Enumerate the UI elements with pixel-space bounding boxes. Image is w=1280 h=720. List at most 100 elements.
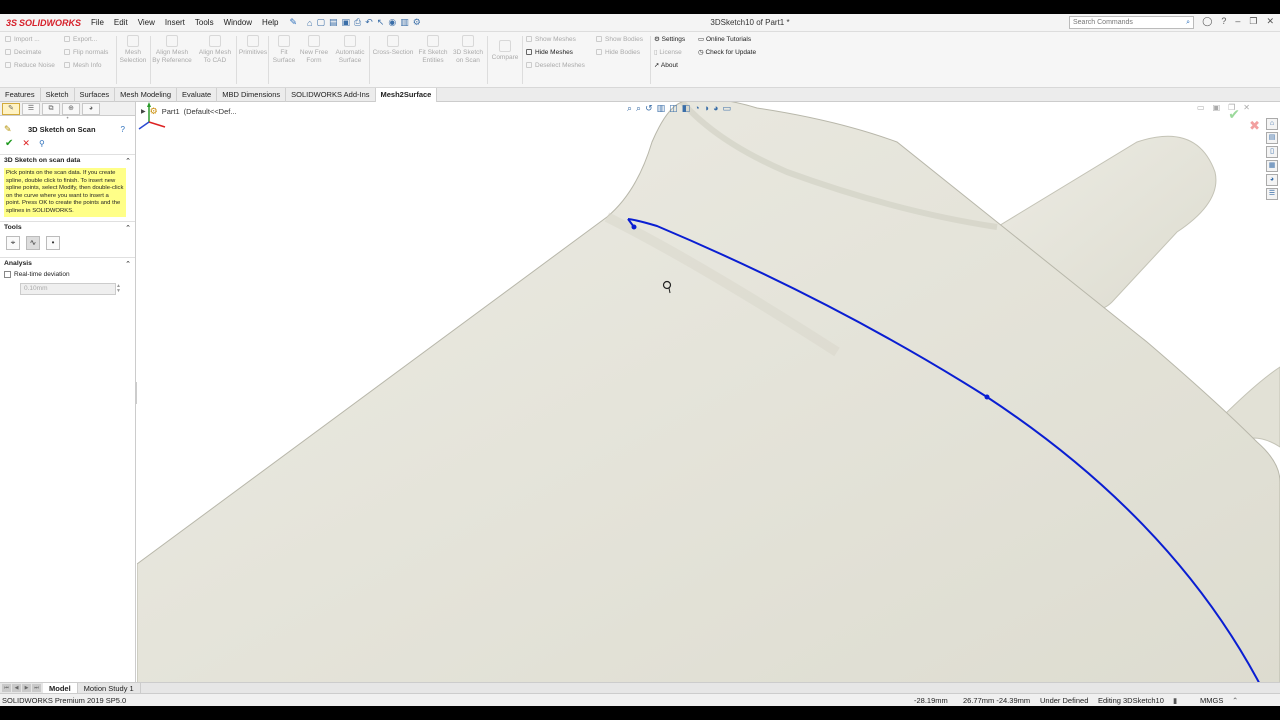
- menu-view[interactable]: View: [133, 18, 160, 27]
- align-by-reference-button[interactable]: Align Mesh By Reference: [151, 35, 193, 65]
- last-tab-icon[interactable]: ⏭: [32, 684, 41, 692]
- decimate-button[interactable]: Decimate: [5, 49, 41, 57]
- custom-properties-icon[interactable]: ☰: [1266, 188, 1278, 200]
- file-explorer-icon[interactable]: ▯: [1266, 146, 1278, 158]
- select-icon[interactable]: ↖: [377, 17, 385, 28]
- settings-button[interactable]: ⚙ Settings: [654, 36, 685, 44]
- solidworks-logo[interactable]: 3S SOLIDWORKS: [0, 18, 86, 28]
- tab-model[interactable]: Model: [43, 682, 78, 694]
- license-button[interactable]: ▯ License: [654, 49, 682, 57]
- compare-button[interactable]: Compare: [488, 40, 522, 62]
- 3d-sketch-on-scan-button[interactable]: 3D Sketch on Scan: [451, 35, 485, 65]
- confirmation-ok-icon[interactable]: ✔: [1228, 106, 1240, 123]
- dot-tool-icon[interactable]: •: [46, 236, 60, 250]
- user-icon[interactable]: ◯: [1202, 16, 1212, 27]
- spline-point-start[interactable]: [631, 224, 637, 230]
- analysis-group-header[interactable]: Analysis ⌃: [0, 257, 135, 269]
- fit-sketch-entities-button[interactable]: Fit Sketch Entities: [416, 35, 450, 65]
- hide-show-icon[interactable]: ◔: [694, 103, 699, 114]
- display-style-icon[interactable]: ◧: [682, 103, 691, 114]
- appearance-icon[interactable]: ◑: [704, 103, 709, 114]
- fit-surface-button[interactable]: Fit Surface: [270, 35, 298, 65]
- property-manager-tab-icon[interactable]: ✎: [2, 102, 20, 115]
- rebuild-icon[interactable]: ◉: [388, 17, 396, 28]
- menu-file[interactable]: File: [86, 18, 109, 27]
- spinner-icon[interactable]: ▲ ▼: [116, 284, 121, 294]
- automatic-surface-button[interactable]: Automatic Surface: [332, 35, 368, 65]
- design-library-icon[interactable]: ▤: [1266, 132, 1278, 144]
- tab-mbd-dimensions[interactable]: MBD Dimensions: [217, 88, 287, 102]
- zoom-to-fit-icon[interactable]: ⌕: [627, 103, 632, 114]
- previous-view-icon[interactable]: ↺: [645, 103, 653, 114]
- align-to-cad-button[interactable]: Align Mesh To CAD: [195, 35, 235, 65]
- restore-icon[interactable]: ❐: [1249, 16, 1257, 27]
- confirmation-cancel-icon[interactable]: ✖: [1249, 118, 1260, 134]
- close-icon[interactable]: ✕: [1266, 16, 1274, 27]
- about-button[interactable]: ➚ About: [654, 62, 678, 70]
- menu-insert[interactable]: Insert: [160, 18, 190, 27]
- tab-mesh-modeling[interactable]: Mesh Modeling: [115, 88, 178, 102]
- tab-motion-study[interactable]: Motion Study 1: [78, 682, 141, 694]
- spline-point-mid[interactable]: [984, 394, 990, 400]
- view-palette-icon[interactable]: ▦: [1266, 160, 1278, 172]
- dimxpert-tab-icon[interactable]: ⊕: [62, 102, 80, 115]
- reduce-noise-button[interactable]: Reduce Noise: [5, 62, 55, 70]
- point-tool-icon[interactable]: ⌖: [6, 236, 20, 250]
- search-icon[interactable]: ⌕: [1186, 19, 1190, 27]
- chevron-up-icon[interactable]: ⌃: [125, 157, 131, 165]
- scene-icon[interactable]: ◕: [713, 103, 718, 114]
- spline-tool-icon[interactable]: ∿: [26, 236, 40, 250]
- realtime-deviation-checkbox[interactable]: [4, 271, 11, 278]
- cross-section-button[interactable]: Cross-Section: [370, 35, 416, 57]
- show-meshes-button[interactable]: Show Meshes: [526, 36, 576, 44]
- undo-icon[interactable]: ↶: [365, 17, 373, 28]
- feature-tree-tab-icon[interactable]: ☰: [22, 102, 40, 115]
- save-icon[interactable]: ▣: [342, 17, 351, 28]
- realtime-deviation-row[interactable]: Real-time deviation: [0, 269, 135, 280]
- resources-home-icon[interactable]: ⌂: [1266, 118, 1278, 130]
- file-properties-icon[interactable]: ▥: [400, 17, 409, 28]
- viewport-minimize-icon[interactable]: ▭: [1197, 103, 1205, 112]
- show-bodies-button[interactable]: Show Bodies: [596, 36, 643, 44]
- search-commands-input[interactable]: Search Commands ⌕: [1069, 16, 1194, 29]
- appearances-icon[interactable]: ◕: [1266, 174, 1278, 186]
- print-icon[interactable]: ⎙: [354, 17, 361, 28]
- open-folder-icon[interactable]: ▤: [329, 17, 338, 28]
- menu-help[interactable]: Help: [257, 18, 283, 27]
- chevron-up-icon[interactable]: ⌃: [125, 224, 131, 232]
- menu-window[interactable]: Window: [219, 18, 257, 27]
- cancel-x-icon[interactable]: ✕: [22, 138, 30, 149]
- help-icon[interactable]: ?: [1221, 16, 1226, 27]
- viewport-tile-icon[interactable]: ▣: [1213, 103, 1221, 112]
- tab-mesh2surface[interactable]: Mesh2Surface: [375, 88, 438, 102]
- scan-data-group-header[interactable]: 3D Sketch on scan data ⌃: [0, 154, 135, 166]
- tab-surfaces[interactable]: Surfaces: [75, 88, 116, 102]
- pin-menu-icon[interactable]: ✎: [290, 17, 298, 28]
- primitives-button[interactable]: Primitives: [237, 35, 269, 57]
- tab-sketch[interactable]: Sketch: [41, 88, 75, 102]
- online-tutorials-button[interactable]: ▭ Online Tutorials: [698, 36, 751, 44]
- ok-check-icon[interactable]: ✔: [5, 138, 13, 149]
- view-settings-icon[interactable]: ▭: [723, 103, 732, 114]
- flip-normals-button[interactable]: Flip normals: [64, 49, 108, 57]
- menu-edit[interactable]: Edit: [109, 18, 133, 27]
- tools-group-header[interactable]: Tools ⌃: [0, 221, 135, 233]
- first-tab-icon[interactable]: ⏮: [2, 684, 11, 692]
- check-update-button[interactable]: ◷ Check for Update: [698, 49, 756, 57]
- configuration-tab-icon[interactable]: ⧉: [42, 102, 60, 115]
- deselect-meshes-button[interactable]: Deselect Meshes: [526, 62, 585, 70]
- units-menu-icon[interactable]: ⌃: [1232, 696, 1238, 705]
- chevron-up-icon[interactable]: ⌃: [125, 260, 131, 268]
- section-view-icon[interactable]: ▥: [657, 103, 666, 114]
- viewport-close-icon[interactable]: ✕: [1243, 103, 1250, 112]
- pushpin-icon[interactable]: ⚲: [39, 139, 45, 148]
- hide-meshes-button[interactable]: Hide Meshes: [526, 49, 573, 57]
- mesh-selection-button[interactable]: Mesh Selection: [118, 35, 148, 65]
- tab-evaluate[interactable]: Evaluate: [177, 88, 218, 102]
- mesh-scene[interactable]: [137, 102, 1280, 696]
- minimize-icon[interactable]: –: [1235, 16, 1240, 27]
- mesh-info-button[interactable]: Mesh Info: [64, 62, 102, 70]
- new-free-form-button[interactable]: New Free Form: [298, 35, 330, 65]
- new-document-icon[interactable]: ▢: [316, 17, 325, 28]
- import-button[interactable]: Import ...: [5, 36, 40, 44]
